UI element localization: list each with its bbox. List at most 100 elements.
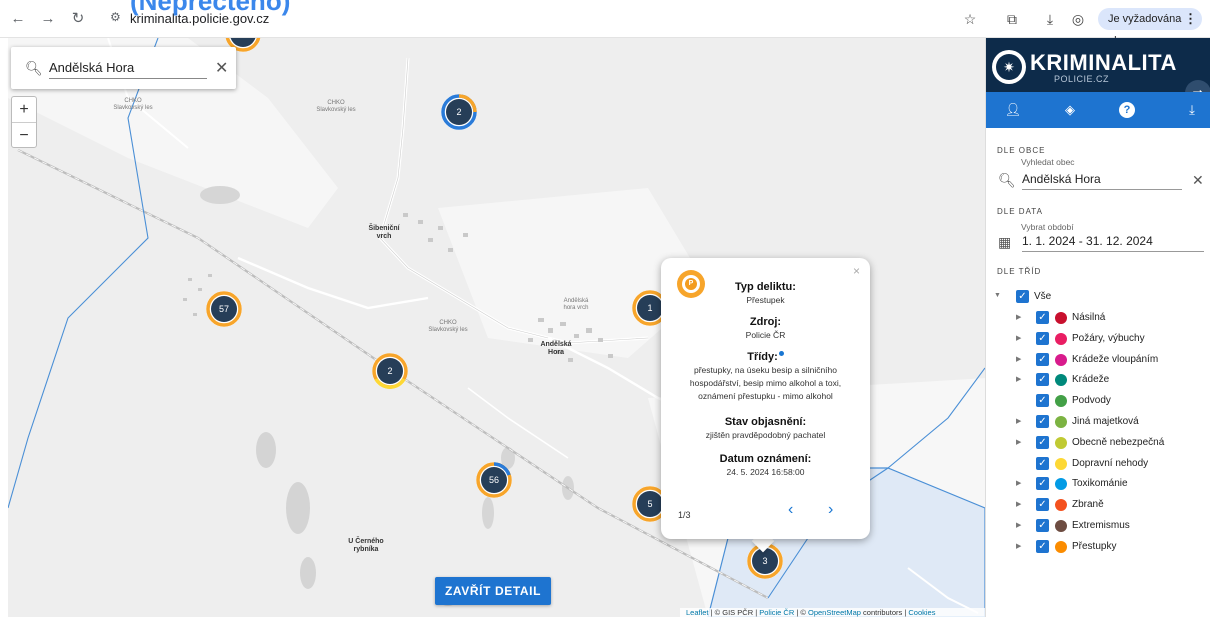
- bookmark-star-icon[interactable]: ☆: [960, 9, 980, 29]
- category-checkbox[interactable]: ✓: [1036, 373, 1049, 387]
- category-checkbox[interactable]: ✓: [1036, 498, 1049, 512]
- category-color-dot: [1055, 312, 1067, 324]
- category-checkbox[interactable]: ✓: [1036, 435, 1049, 449]
- cookies-link[interactable]: Cookies: [908, 608, 935, 617]
- offense-heading: Typ deliktu:: [735, 281, 796, 293]
- category-label: Krádeže: [1072, 374, 1110, 386]
- section-classes: DLE TŘÍD: [997, 267, 1042, 276]
- category-checkbox[interactable]: ✓: [1036, 394, 1049, 408]
- search-icon: 🔍︎: [25, 60, 43, 76]
- map-cluster[interactable]: 57: [206, 291, 242, 327]
- section-municipality: DLE OBCE: [997, 146, 1046, 155]
- account-icon[interactable]: ◎: [1068, 9, 1088, 29]
- cluster-count: 3: [752, 548, 778, 574]
- site-settings-icon[interactable]: ⚙: [110, 10, 126, 26]
- category-label: Jiná majetková: [1072, 416, 1139, 427]
- category-all-row: ▼ ✓ Vše: [986, 287, 1210, 307]
- sidebar-subtitle: POLICIE.CZ: [1054, 74, 1110, 84]
- sidebar-header: ✷ KRIMINALITA POLICIE.CZ: [986, 38, 1210, 92]
- category-checkbox[interactable]: ✓: [1036, 352, 1049, 366]
- profile-chip[interactable]: Je vyžadována akce ⋮: [1098, 8, 1202, 47]
- map-cluster[interactable]: 56: [476, 462, 512, 498]
- checkbox-all[interactable]: ✓: [1016, 290, 1029, 303]
- cluster-count: 57: [211, 296, 237, 322]
- osm-link[interactable]: OpenStreetMap: [808, 608, 861, 617]
- user-icon[interactable]: 👤︎: [1003, 100, 1023, 120]
- map-cluster[interactable]: 2: [441, 94, 477, 130]
- date-value: 24. 5. 2024 16:58:00: [726, 467, 805, 477]
- menu-kebab-icon[interactable]: ⋮: [1184, 8, 1197, 30]
- expand-arrow-icon[interactable]: ▶: [1016, 313, 1021, 321]
- expand-arrow-icon[interactable]: ▶: [1016, 479, 1021, 487]
- source-section: Zdroj: Policie ČR: [661, 315, 870, 342]
- overlay-caption: (Nepřečteno): [130, 0, 291, 16]
- category-checkbox[interactable]: ✓: [1036, 477, 1049, 491]
- municipality-input[interactable]: Andělská Hora: [1022, 170, 1182, 190]
- category-row: ▶ ✓ Obecně nebezpečná: [986, 433, 1210, 453]
- leaflet-link[interactable]: Leaflet: [686, 608, 709, 617]
- category-checkbox[interactable]: ✓: [1036, 519, 1049, 532]
- source-heading: Zdroj:: [749, 316, 782, 328]
- date-range-input[interactable]: 1. 1. 2024 - 31. 12. 2024: [1022, 232, 1204, 252]
- download-icon[interactable]: ⤓: [1182, 100, 1202, 120]
- forward-icon[interactable]: →: [38, 9, 58, 29]
- category-label: Toxikománie: [1072, 478, 1128, 490]
- cluster-count: 2: [446, 99, 472, 125]
- offense-value: Přestupek: [746, 295, 785, 305]
- map-cluster[interactable]: 2: [372, 353, 408, 389]
- map-label-chko: CHKO Slavkovský les: [113, 98, 153, 111]
- popup-close-icon[interactable]: ×: [853, 264, 860, 278]
- expand-arrow-icon[interactable]: ▶: [1016, 438, 1021, 446]
- help-icon[interactable]: ?: [1119, 102, 1135, 118]
- map-label-u-cerneho-rybniku: U Černého rybníka: [348, 538, 384, 553]
- attribution-osm-sep: | ©: [796, 608, 806, 617]
- expand-arrow-icon[interactable]: ▶: [1016, 542, 1021, 550]
- category-checkbox[interactable]: ✓: [1036, 311, 1049, 324]
- chevron-right-icon[interactable]: ›: [828, 501, 833, 519]
- expand-arrow-icon[interactable]: ▶: [1016, 417, 1021, 425]
- reload-icon[interactable]: ↻: [68, 9, 88, 29]
- zoom-in-button[interactable]: +: [12, 97, 36, 122]
- download-icon[interactable]: ⤓: [1040, 9, 1060, 29]
- collapse-arrow-icon[interactable]: ▼: [994, 292, 1001, 299]
- expand-arrow-icon[interactable]: ▶: [1016, 375, 1021, 383]
- classes-heading: Třídy:: [747, 351, 778, 363]
- status-heading: Stav objasnění:: [724, 416, 807, 428]
- close-detail-button[interactable]: ZAVŘÍT DETAIL: [435, 577, 551, 605]
- police-star-logo: ✷: [992, 50, 1026, 84]
- zoom-out-button[interactable]: −: [12, 122, 36, 147]
- category-checkbox[interactable]: ✓: [1036, 539, 1049, 553]
- category-row: ▶ ✓ Toxikománie: [986, 474, 1210, 494]
- chevron-left-icon[interactable]: ‹: [788, 501, 793, 519]
- category-row: ▶ ✓ Krádeže vloupáním: [986, 350, 1210, 370]
- category-checkbox[interactable]: ✓: [1036, 456, 1049, 470]
- clear-municipality-icon[interactable]: ✕: [1192, 172, 1204, 189]
- filter-sidebar: ✷ KRIMINALITA POLICIE.CZ ⇒ 👤︎ ◈ ? ⤓ DLE …: [985, 38, 1210, 617]
- category-label: Zbraně: [1072, 499, 1104, 511]
- info-icon[interactable]: [778, 351, 784, 356]
- status-value: zjištěn pravděpodobný pachatel: [705, 430, 826, 440]
- expand-arrow-icon[interactable]: ▶: [1016, 334, 1021, 342]
- category-label: Obecně nebezpečná: [1072, 436, 1165, 448]
- map-search-input[interactable]: [49, 57, 207, 79]
- cluster-count: 1: [637, 295, 663, 321]
- category-row: ▶ ✓ Krádeže: [986, 370, 1210, 390]
- back-icon[interactable]: ←: [8, 9, 28, 29]
- extensions-icon[interactable]: ⧉: [1002, 9, 1022, 29]
- layers-icon[interactable]: ◈: [1060, 100, 1080, 120]
- category-checkbox[interactable]: ✓: [1036, 415, 1049, 428]
- calendar-icon: ▦: [998, 234, 1012, 250]
- expand-arrow-icon[interactable]: ▶: [1016, 521, 1021, 529]
- category-row: ▶ ✓ Požáry, výbuchy: [986, 329, 1210, 349]
- expand-arrow-icon[interactable]: ▶: [1016, 500, 1021, 508]
- cluster-count: 5: [637, 491, 663, 517]
- clear-search-icon[interactable]: ✕: [215, 58, 228, 78]
- sidebar-title: KRIMINALITA: [1030, 50, 1177, 75]
- category-color-dot: [1055, 332, 1067, 345]
- expand-arrow-icon[interactable]: ▶: [1016, 355, 1021, 363]
- map-label-sibenicni-vrch: Šibeniční vrch: [368, 225, 400, 240]
- policie-link[interactable]: Policie ČR: [759, 608, 794, 617]
- category-color-dot: [1055, 478, 1067, 491]
- zoom-control: + −: [11, 96, 37, 148]
- category-checkbox[interactable]: ✓: [1036, 331, 1049, 345]
